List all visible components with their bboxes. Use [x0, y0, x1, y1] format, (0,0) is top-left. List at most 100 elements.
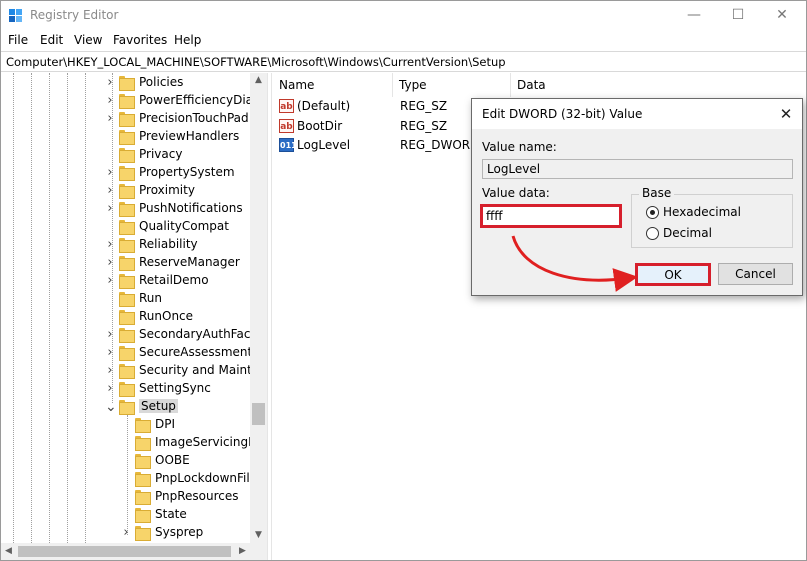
- folder-icon: [135, 472, 151, 487]
- tree-hscroll-thumb[interactable]: [18, 546, 231, 557]
- tree-item[interactable]: › ReserveManager: [1, 254, 251, 272]
- tree-item-label: Proximity: [139, 183, 195, 197]
- chevron-right-icon[interactable]: ›: [121, 526, 131, 540]
- tree-item-label: PnpResources: [155, 489, 239, 503]
- tree-item[interactable]: › Sysprep: [1, 524, 251, 542]
- folder-icon: [135, 508, 151, 523]
- dword-value-icon: 011: [279, 138, 297, 152]
- folder-icon: [119, 130, 135, 145]
- chevron-right-icon[interactable]: ›: [105, 238, 115, 252]
- tree-item[interactable]: › PrecisionTouchPad: [1, 110, 251, 128]
- chevron-right-icon[interactable]: ›: [105, 328, 115, 342]
- tree-item[interactable]: › Policies: [1, 74, 251, 92]
- tree-item[interactable]: Privacy: [1, 146, 251, 164]
- tree-item[interactable]: › PropertySystem: [1, 164, 251, 182]
- tree-item[interactable]: › SecondaryAuthFacto: [1, 326, 262, 344]
- column-header-type[interactable]: Type: [393, 73, 511, 97]
- column-header-name[interactable]: Name: [273, 73, 393, 97]
- hexadecimal-radio[interactable]: [646, 206, 659, 219]
- tree-item[interactable]: QualityCompat: [1, 218, 251, 236]
- chevron-down-icon[interactable]: ⌄: [105, 400, 117, 414]
- minimize-button[interactable]: —: [671, 1, 717, 31]
- tree-item[interactable]: State: [1, 506, 251, 524]
- folder-icon: [119, 310, 135, 325]
- folder-icon: [119, 400, 135, 415]
- chevron-right-icon[interactable]: ›: [105, 202, 115, 216]
- decimal-radio[interactable]: [646, 227, 659, 240]
- registry-tree: › Policies › PowerEfficiencyDiagr › Precision…: [1, 73, 267, 543]
- dialog-close-icon[interactable]: ✕: [776, 104, 796, 124]
- tree-item-label: Security and Mainter: [139, 363, 265, 377]
- dialog-title: Edit DWORD (32-bit) Value: [482, 107, 643, 121]
- menu-file[interactable]: File: [8, 33, 28, 47]
- chevron-right-icon[interactable]: ›: [105, 346, 115, 360]
- tree-vscroll-thumb[interactable]: [252, 403, 265, 425]
- tree-item[interactable]: › RetailDemo: [1, 272, 251, 290]
- chevron-right-icon[interactable]: ›: [105, 166, 115, 180]
- tree-item[interactable]: PnpLockdownFile: [1, 470, 257, 488]
- pane-splitter[interactable]: [267, 73, 272, 560]
- menu-view[interactable]: View: [74, 33, 102, 47]
- value-data-input[interactable]: ffff: [480, 204, 622, 228]
- tree-item-label: OOBE: [155, 453, 190, 467]
- tree-vertical-scrollbar[interactable]: ▲ ▼: [250, 73, 267, 543]
- scroll-down-icon[interactable]: ▼: [250, 528, 267, 543]
- tree-item-label: Reliability: [139, 237, 198, 251]
- tree-item[interactable]: RunOnce: [1, 308, 251, 326]
- value-type: REG_SZ: [400, 119, 448, 133]
- cancel-button[interactable]: Cancel: [718, 263, 793, 285]
- folder-icon: [119, 292, 135, 307]
- close-window-button[interactable]: ✕: [759, 1, 805, 31]
- title-bar: Registry Editor — ☐ ✕: [1, 1, 806, 31]
- tree-item[interactable]: PnpResources: [1, 488, 251, 506]
- value-name: LogLevel: [297, 138, 351, 152]
- scroll-up-icon[interactable]: ▲: [250, 73, 267, 88]
- tree-item-label: SettingSync: [139, 381, 211, 395]
- tree-item-label: ReserveManager: [139, 255, 240, 269]
- tree-item[interactable]: Run: [1, 290, 251, 308]
- menu-favorites[interactable]: Favorites: [113, 33, 167, 47]
- tree-item[interactable]: › Reliability: [1, 236, 251, 254]
- tree-item[interactable]: DPI: [1, 416, 251, 434]
- tree-item[interactable]: PreviewHandlers: [1, 128, 251, 146]
- decimal-label[interactable]: Decimal: [663, 226, 712, 240]
- value-type: REG_SZ: [400, 99, 448, 113]
- folder-icon: [135, 526, 151, 541]
- menu-edit[interactable]: Edit: [40, 33, 63, 47]
- chevron-right-icon[interactable]: ›: [105, 364, 115, 378]
- chevron-right-icon[interactable]: ›: [105, 76, 115, 90]
- tree-item[interactable]: › Security and Mainter: [1, 362, 264, 380]
- tree-horizontal-scrollbar[interactable]: ◀ ▶: [1, 543, 267, 560]
- folder-icon: [119, 382, 135, 397]
- tree-item[interactable]: › SettingSync: [1, 380, 251, 398]
- chevron-right-icon[interactable]: ›: [105, 382, 115, 396]
- tree-item[interactable]: ⌄ Setup: [1, 398, 251, 416]
- tree-item[interactable]: › PowerEfficiencyDiagr: [1, 92, 266, 110]
- tree-item-label: PowerEfficiencyDiagr: [139, 93, 266, 107]
- value-name-label: Value name:: [482, 140, 557, 154]
- tree-item[interactable]: › SecureAssessment: [1, 344, 252, 362]
- menu-help[interactable]: Help: [174, 33, 201, 47]
- folder-icon: [119, 202, 135, 217]
- tree-item-label: PnpLockdownFile: [155, 471, 258, 485]
- maximize-button[interactable]: ☐: [715, 1, 761, 31]
- scroll-left-icon[interactable]: ◀: [1, 543, 16, 560]
- tree-item-label: Run: [139, 291, 163, 305]
- chevron-right-icon[interactable]: ›: [105, 184, 115, 198]
- chevron-right-icon[interactable]: ›: [105, 94, 115, 108]
- tree-item[interactable]: OOBE: [1, 452, 251, 470]
- tree-item[interactable]: ImageServicingDa: [1, 434, 265, 452]
- chevron-right-icon[interactable]: ›: [105, 274, 115, 288]
- chevron-right-icon[interactable]: ›: [105, 112, 115, 126]
- tree-item[interactable]: › PushNotifications: [1, 200, 251, 218]
- folder-icon: [119, 166, 135, 181]
- chevron-right-icon[interactable]: ›: [105, 256, 115, 270]
- scroll-right-icon[interactable]: ▶: [235, 543, 250, 560]
- folder-icon: [119, 184, 135, 199]
- hexadecimal-label[interactable]: Hexadecimal: [663, 205, 741, 219]
- ok-button[interactable]: OK: [635, 263, 711, 286]
- tree-item[interactable]: › Proximity: [1, 182, 251, 200]
- column-header-data[interactable]: Data: [511, 73, 631, 97]
- address-bar[interactable]: Computer\HKEY_LOCAL_MACHINE\SOFTWARE\Mic…: [1, 51, 806, 72]
- address-path[interactable]: Computer\HKEY_LOCAL_MACHINE\SOFTWARE\Mic…: [6, 55, 506, 69]
